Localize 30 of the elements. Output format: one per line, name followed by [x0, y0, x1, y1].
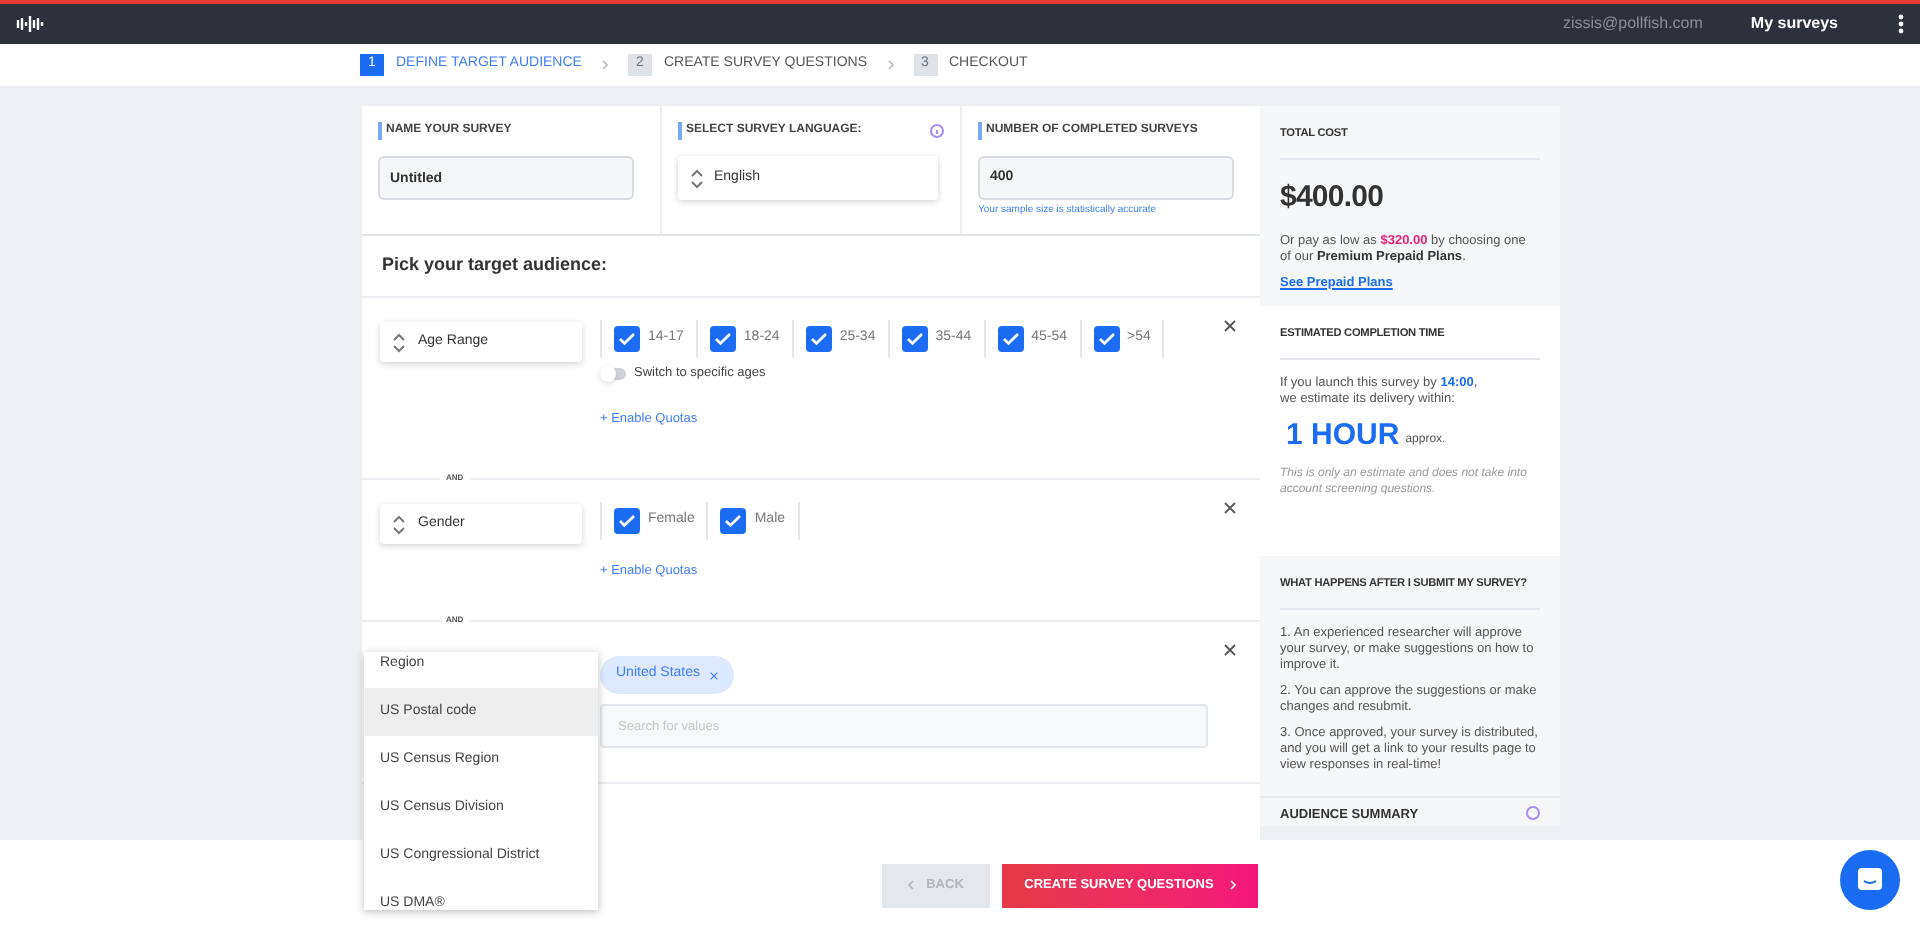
chevron-icon [601, 60, 608, 70]
chat-icon [1856, 866, 1884, 894]
close-icon[interactable] [1224, 320, 1236, 332]
chevron-icon [1229, 880, 1236, 890]
checkbox[interactable] [1093, 326, 1120, 352]
logo-icon [16, 16, 48, 32]
chevron-icon [908, 880, 915, 890]
sort-icon [392, 331, 406, 353]
checkbox[interactable] [805, 326, 832, 352]
checkbox[interactable] [709, 326, 736, 352]
close-icon[interactable] [1224, 644, 1236, 656]
checkbox[interactable] [614, 326, 640, 352]
more-icon[interactable] [1898, 14, 1904, 34]
total-price: $400.00 [1280, 178, 1386, 218]
checkbox[interactable] [901, 326, 928, 352]
checkbox[interactable] [614, 508, 640, 534]
sort-icon [392, 513, 406, 535]
close-icon[interactable] [1224, 502, 1236, 514]
delivery-duration: 1 HOUR [1286, 420, 1400, 450]
info-icon[interactable] [930, 124, 944, 138]
sort-icon [690, 167, 704, 189]
checkbox[interactable] [720, 508, 747, 534]
info-icon[interactable] [1526, 806, 1540, 820]
section-title: Pick your target audience: [382, 252, 608, 279]
user-email: zissis@pollfish.com [1562, 12, 1703, 36]
checkbox[interactable] [997, 326, 1024, 352]
toggle-switch[interactable] [600, 367, 626, 380]
remove-icon[interactable] [710, 671, 719, 679]
chevron-icon [887, 60, 893, 70]
my-surveys-link[interactable]: My surveys [1750, 12, 1838, 36]
